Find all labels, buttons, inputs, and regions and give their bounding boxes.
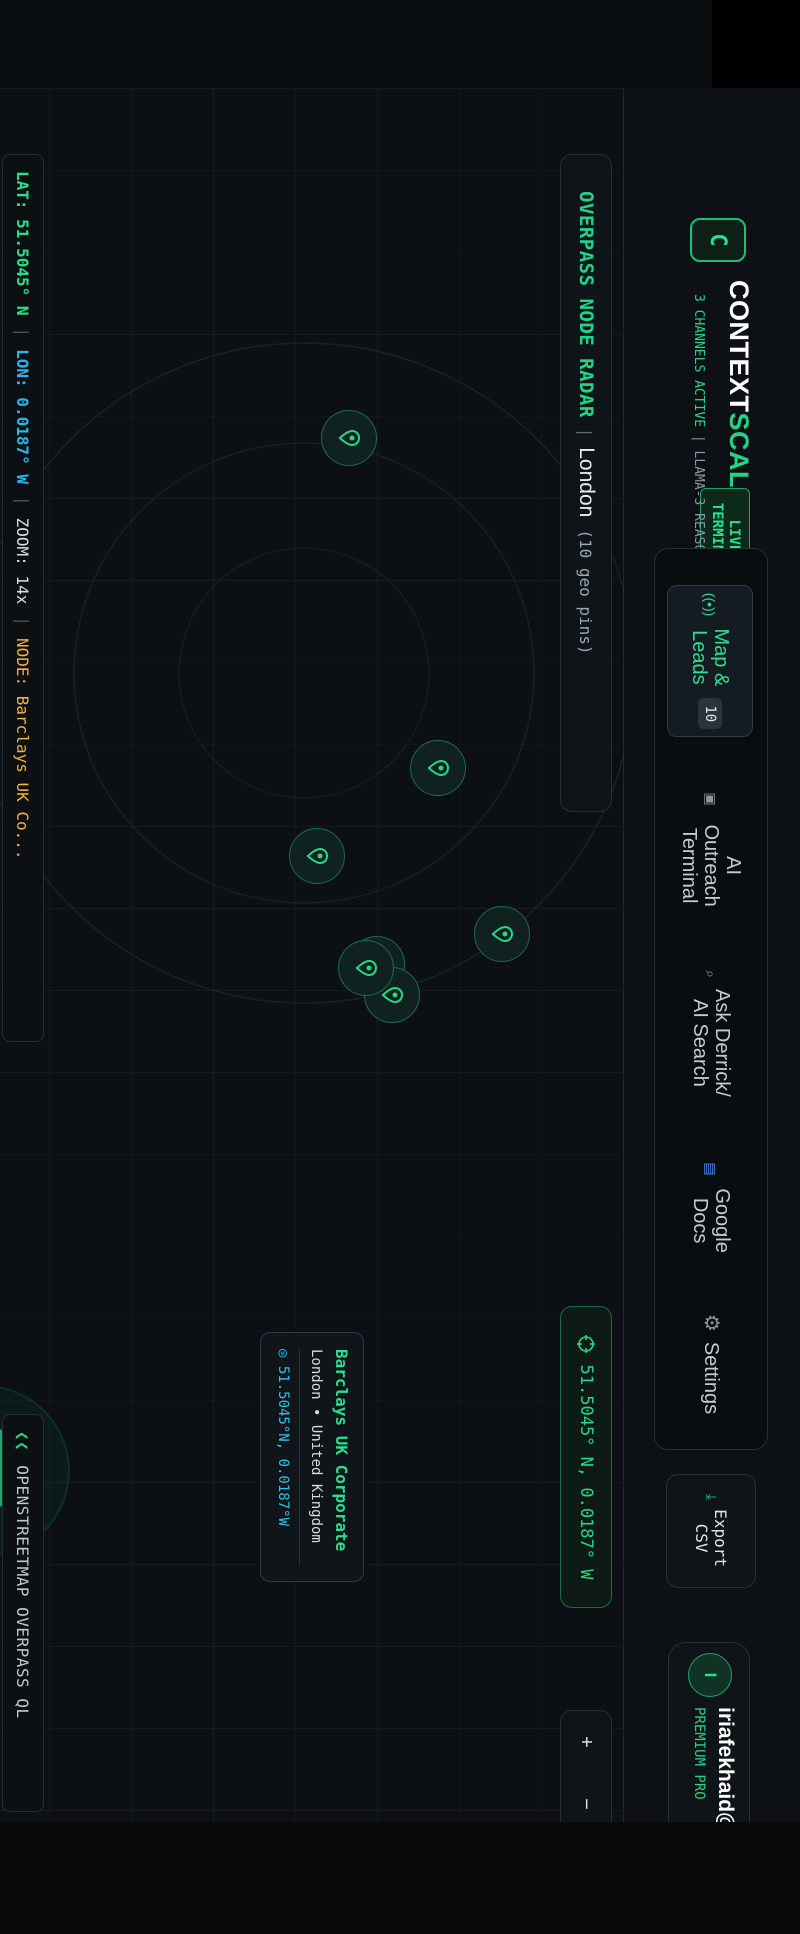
map-pin-icon bbox=[306, 847, 329, 865]
popup-company-name: Barclays UK Corporate bbox=[332, 1349, 351, 1552]
map-status-bar: LAT: 51.5045° N | LON: 0.0187° W | ZOOM:… bbox=[2, 154, 44, 1042]
layers-icon: ❮❮ bbox=[13, 1431, 33, 1452]
app-header: C CONTEXTSCALE LIVE TERMINAL 3 CHANNELS … bbox=[623, 88, 800, 1922]
status-sep-2: | bbox=[13, 496, 33, 506]
radar-ring-outer bbox=[0, 342, 624, 1004]
user-plan: PREMIUM PRO bbox=[691, 1707, 707, 1800]
zoom-controls: + − bbox=[560, 1710, 612, 1822]
radar-title: OVERPASS NODE RADAR bbox=[575, 191, 597, 418]
leads-count-badge: 10 bbox=[698, 698, 722, 730]
map-pin[interactable] bbox=[474, 906, 530, 962]
map-pin-icon bbox=[427, 759, 450, 777]
gear-icon: ⚙ bbox=[700, 1313, 722, 1332]
map-pin[interactable] bbox=[321, 410, 377, 466]
map-pin-icon bbox=[338, 429, 361, 447]
export-label: Export CSV bbox=[692, 1509, 730, 1567]
map-pin-icon bbox=[491, 925, 514, 943]
tab-ai-outreach[interactable]: ▣ AI Outreach Terminal bbox=[669, 769, 753, 939]
lead-popup[interactable]: Barclays UK Corporate London • United Ki… bbox=[260, 1332, 364, 1582]
map-pin[interactable] bbox=[338, 940, 394, 996]
pin-count: (10 geo pins) bbox=[576, 529, 596, 655]
tab-label: Ask Derrick/ AI Search bbox=[689, 989, 733, 1097]
map-pin-icon bbox=[355, 959, 378, 977]
tab-label: Settings bbox=[700, 1341, 722, 1415]
tab-label: AI Outreach Terminal bbox=[678, 824, 744, 907]
avatar: I bbox=[688, 1653, 732, 1697]
popup-location: London • United Kingdom bbox=[299, 1349, 324, 1565]
radar-title-pill: OVERPASS NODE RADAR | London (10 geo pin… bbox=[560, 154, 612, 812]
osm-attribution: ❮❮ OPENSTREETMAP OVERPASS QL bbox=[2, 1414, 44, 1812]
app-stage: C CONTEXTSCALE LIVE TERMINAL 3 CHANNELS … bbox=[0, 0, 800, 1934]
brand-title: CONTEXTSCALE bbox=[723, 280, 754, 507]
brand-subtitle: 3 CHANNELS ACTIVE | LLAMA-3 REASONING bbox=[689, 294, 708, 584]
status-sep-3: | bbox=[13, 616, 33, 626]
popup-coordinates: ◎ 51.5045°N, 0.0187°W bbox=[275, 1349, 291, 1527]
popup-coords-text: 51.5045°N, 0.0187°W bbox=[275, 1365, 291, 1527]
status-zoom: ZOOM: 14x bbox=[13, 517, 33, 605]
tab-label: Map & Leads bbox=[688, 628, 732, 687]
subtitle-separator: | bbox=[691, 434, 706, 443]
radar-separator: | bbox=[576, 429, 596, 436]
tab-google-docs[interactable]: ▤ Google Docs bbox=[669, 1129, 753, 1289]
tab-settings[interactable]: ⚙ Settings bbox=[669, 1289, 753, 1439]
status-latitude: LAT: 51.5045° N bbox=[13, 171, 33, 316]
nav-tabs: ((•)) Map & Leads 10 ▣ AI Outreach Termi… bbox=[654, 548, 768, 1450]
tab-ask-derrick[interactable]: ⌕ Ask Derrick/ AI Search bbox=[669, 949, 753, 1119]
search-icon: ⌕ bbox=[703, 970, 719, 978]
radar-icon: ((•)) bbox=[702, 592, 718, 617]
tab-label: Google Docs bbox=[689, 1188, 733, 1253]
map-view[interactable]: OVERPASS NODE RADAR | London (10 geo pin… bbox=[0, 88, 624, 1822]
center-coordinates-pill: 51.5045° N, 0.0187° W bbox=[560, 1306, 612, 1608]
attribution-text: OPENSTREETMAP OVERPASS QL bbox=[13, 1465, 33, 1719]
export-csv-button[interactable]: ⤓ Export CSV bbox=[666, 1474, 756, 1588]
crosshair-icon bbox=[577, 1334, 595, 1353]
map-pin[interactable] bbox=[410, 740, 466, 796]
download-icon: ⤓ bbox=[703, 1493, 720, 1501]
radar-city: London bbox=[575, 447, 598, 518]
map-pin[interactable] bbox=[289, 828, 345, 884]
status-node: NODE: Barclays UK Co... bbox=[13, 637, 33, 860]
tab-map-leads[interactable]: ((•)) Map & Leads 10 bbox=[667, 585, 753, 737]
bottom-strip bbox=[0, 1822, 800, 1934]
center-coordinates: 51.5045° N, 0.0187° W bbox=[576, 1364, 596, 1580]
status-sep-1: | bbox=[13, 327, 33, 338]
terminal-icon: ▣ bbox=[703, 792, 719, 806]
brand-title-main: CONTEXT bbox=[724, 280, 754, 413]
radar-ring-inner bbox=[178, 547, 430, 799]
status-longitude: LON: 0.0187° W bbox=[13, 349, 33, 484]
zoom-out-button[interactable]: − bbox=[575, 1798, 598, 1810]
channels-active: 3 CHANNELS ACTIVE bbox=[691, 294, 706, 428]
document-icon: ▤ bbox=[703, 1162, 719, 1176]
brand-logo[interactable]: C bbox=[690, 218, 746, 262]
zoom-in-button[interactable]: + bbox=[575, 1736, 598, 1748]
